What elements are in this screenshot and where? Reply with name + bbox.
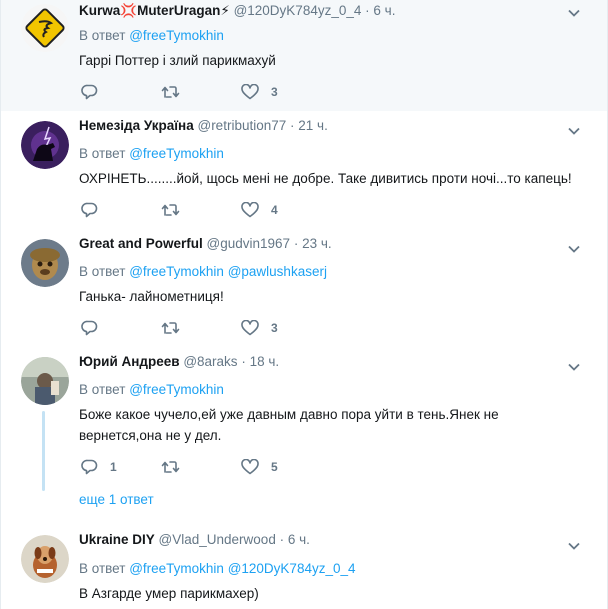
like-button[interactable]: 3 xyxy=(241,318,278,338)
reply-context: В ответ @freeTymokhin xyxy=(79,382,224,397)
reply-prefix: В ответ xyxy=(79,28,126,43)
retweet-button[interactable] xyxy=(161,318,192,338)
reply-context: В ответ @freeTymokhin xyxy=(79,28,224,43)
user-name[interactable]: Kurwa💢MuterUragan⚡ xyxy=(79,3,230,18)
tweet-header: Ukraine DIY @Vlad_Underwood · 6 ч. xyxy=(79,532,310,547)
retweet-button[interactable] xyxy=(161,200,192,220)
mention-link[interactable]: @freeTymokhin xyxy=(129,28,224,43)
chevron-down-icon[interactable] xyxy=(567,539,581,553)
user-handle[interactable]: @8araks xyxy=(183,354,237,369)
user-handle[interactable]: @gudvin1967 xyxy=(207,236,291,251)
user-name[interactable]: Юрий Андреев xyxy=(79,354,180,369)
avatar[interactable] xyxy=(21,357,69,405)
tweet-header: Немезіда Україна @retribution77 · 21 ч. xyxy=(79,118,328,133)
reply-prefix: В ответ xyxy=(79,264,126,279)
tweet[interactable]: Kurwa💢MuterUragan⚡ @120DyK784yz_0_4 · 6 … xyxy=(0,0,608,112)
mention-link[interactable]: @freeTymokhin xyxy=(129,382,224,397)
tweet-text-line: В Азгарде умер парикмахер) xyxy=(79,586,259,601)
tweet-time[interactable]: 23 ч. xyxy=(302,236,332,251)
reply-button[interactable] xyxy=(81,200,110,220)
user-name[interactable]: Great and Powerful xyxy=(79,236,203,251)
mention-link[interactable]: @freeTymokhin xyxy=(129,561,224,576)
avatar[interactable] xyxy=(21,121,69,169)
chevron-down-icon[interactable] xyxy=(567,124,581,138)
tweet[interactable]: Немезіда Україна @retribution77 · 21 ч. … xyxy=(0,111,608,230)
tweet-text-line: Гаррі Поттер і злий парикмахуй xyxy=(79,53,276,68)
heart-icon xyxy=(241,202,259,218)
reply-icon xyxy=(81,84,98,100)
retweet-icon xyxy=(161,461,180,473)
like-button[interactable]: 4 xyxy=(241,200,278,220)
retweet-button[interactable] xyxy=(161,82,192,102)
heart-icon xyxy=(241,320,259,336)
user-name[interactable]: Ukraine DIY xyxy=(79,532,155,547)
reply-prefix: В ответ xyxy=(79,561,126,576)
like-count: 3 xyxy=(271,85,278,99)
thread-line xyxy=(42,411,45,491)
tweet-header: Юрий Андреев @8araks · 18 ч. xyxy=(79,354,280,369)
tweet-text: ОХРІНЕТЬ........йой, щось мені не добре.… xyxy=(79,168,572,189)
user-name[interactable]: Немезіда Україна xyxy=(79,118,194,133)
reply-icon xyxy=(81,459,98,475)
chevron-down-icon[interactable] xyxy=(567,360,581,374)
tweet-header: Great and Powerful @gudvin1967 · 23 ч. xyxy=(79,236,332,251)
tweet-header: Kurwa💢MuterUragan⚡ @120DyK784yz_0_4 · 6 … xyxy=(79,3,396,18)
chevron-down-icon[interactable] xyxy=(567,242,581,256)
chevron-down-icon[interactable] xyxy=(567,6,581,20)
tweet[interactable]: Ukraine DIY @Vlad_Underwood · 6 ч. В отв… xyxy=(0,525,608,609)
tweet-time[interactable]: 21 ч. xyxy=(298,118,328,133)
like-count: 4 xyxy=(271,203,278,217)
reply-feed: Kurwa💢MuterUragan⚡ @120DyK784yz_0_4 · 6 … xyxy=(0,0,608,609)
tweet-text-line: ОХРІНЕТЬ........йой, щось мені не добре.… xyxy=(79,171,572,186)
user-handle[interactable]: @retribution77 xyxy=(197,118,286,133)
user-handle[interactable]: @120DyK784yz_0_4 xyxy=(234,3,362,18)
reply-context: В ответ @freeTymokhin @120DyK784yz_0_4 xyxy=(79,561,356,576)
reply-context: В ответ @freeTymokhin @pawlushkaserj xyxy=(79,264,327,279)
tweet-text: В Азгарде умер парикмахер) xyxy=(79,583,259,604)
tweet-text-line: Ганька- лайнометниця! xyxy=(79,289,224,304)
reply-prefix: В ответ xyxy=(79,146,126,161)
tweet-text-line: Боже какое чучело,ей уже давным давно по… xyxy=(79,407,499,422)
tweet-text-line: вернется,она не у дел. xyxy=(79,428,222,443)
like-count: 5 xyxy=(271,460,278,474)
like-button[interactable]: 5 xyxy=(241,457,278,477)
like-button[interactable]: 3 xyxy=(241,82,278,102)
reply-button[interactable] xyxy=(81,318,110,338)
avatar[interactable] xyxy=(21,535,69,583)
mention-link[interactable]: @freeTymokhin xyxy=(129,264,224,279)
mention-link[interactable]: @120DyK784yz_0_4 xyxy=(228,561,356,576)
tweet[interactable]: Юрий Андреев @8araks · 18 ч. В ответ @fr… xyxy=(0,347,608,526)
heart-icon xyxy=(241,84,259,100)
reply-count: 1 xyxy=(110,460,117,474)
tweet-text: Боже какое чучело,ей уже давным давно по… xyxy=(79,404,499,446)
retweet-icon xyxy=(161,204,180,216)
tweet[interactable]: Great and Powerful @gudvin1967 · 23 ч. В… xyxy=(0,229,608,348)
reply-button[interactable] xyxy=(81,82,110,102)
reply-context: В ответ @freeTymokhin xyxy=(79,146,224,161)
avatar[interactable] xyxy=(21,4,69,52)
mention-link[interactable]: @pawlushkaserj xyxy=(228,264,327,279)
retweet-icon xyxy=(161,322,180,334)
user-handle[interactable]: @Vlad_Underwood xyxy=(159,532,276,547)
reply-button[interactable]: 1 xyxy=(81,457,117,477)
reply-icon xyxy=(81,320,98,336)
reply-icon xyxy=(81,202,98,218)
tweet-time[interactable]: 6 ч. xyxy=(288,532,310,547)
reply-prefix: В ответ xyxy=(79,382,126,397)
avatar[interactable] xyxy=(21,239,69,287)
mention-link[interactable]: @freeTymokhin xyxy=(129,146,224,161)
tweet-text: Ганька- лайнометниця! xyxy=(79,286,224,307)
tweet-time[interactable]: 18 ч. xyxy=(250,354,280,369)
retweet-button[interactable] xyxy=(161,457,192,477)
tweet-time[interactable]: 6 ч. xyxy=(373,3,395,18)
tweet-text: Гаррі Поттер і злий парикмахуй xyxy=(79,50,276,71)
show-more-replies-link[interactable]: еще 1 ответ xyxy=(79,492,154,507)
heart-icon xyxy=(241,459,259,475)
retweet-icon xyxy=(161,86,180,98)
like-count: 3 xyxy=(271,321,278,335)
